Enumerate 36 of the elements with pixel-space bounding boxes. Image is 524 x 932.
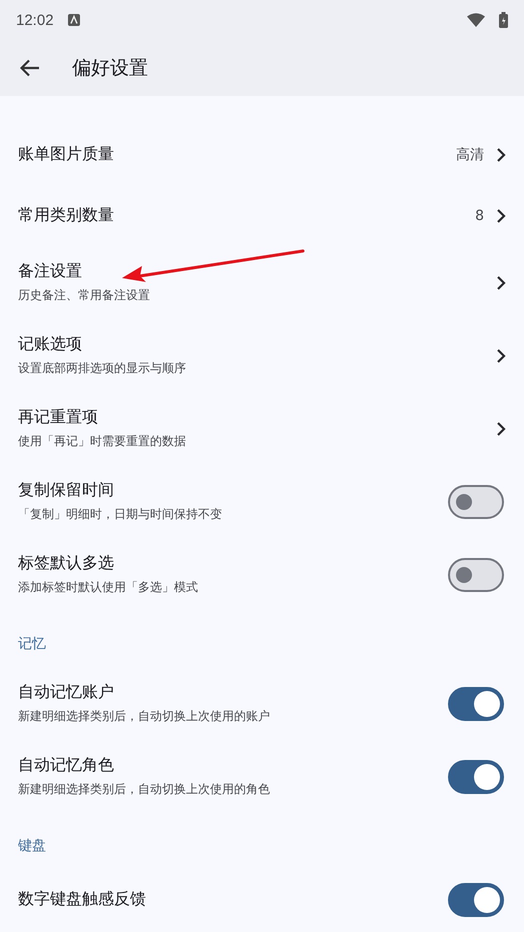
toggle-switch[interactable] [448,484,504,518]
battery-icon [499,12,508,28]
setting-title: 自动记忆角色 [18,755,114,776]
section-header: 记忆 [18,635,46,653]
chevron-right-icon [496,208,506,224]
setting-title: 常用类别数量 [18,205,114,226]
setting-title: 再记重置项 [18,407,98,428]
setting-description: 历史备注、常用备注设置 [18,287,150,304]
chevron-right-icon [496,146,506,162]
setting-description: 添加标签时默认使用「多选」模式 [18,579,198,596]
setting-description: 「复制」明细时，日期与时间保持不变 [18,506,222,523]
setting-description: 使用「再记」时需要重置的数据 [18,433,186,450]
setting-value: 高清 [456,146,484,164]
setting-title: 复制保留时间 [18,480,114,501]
setting-title: 备注设置 [18,261,82,282]
chevron-right-icon [496,420,506,436]
toggle-switch[interactable] [448,686,504,720]
chevron-right-icon [496,274,506,290]
toggle-switch[interactable] [448,558,504,592]
toggle-switch[interactable] [448,882,504,916]
status-time: 12:02 [16,12,54,28]
setting-title: 记账选项 [18,334,82,355]
setting-description: 新建明细选择类别后，自动切换上次使用的账户 [18,708,270,725]
chevron-right-icon [496,348,506,364]
wifi-icon [467,13,485,27]
page-title: 偏好设置 [72,56,148,81]
setting-title: 自动记忆账户 [18,682,114,703]
setting-title: 数字键盘触感反馈 [18,889,146,910]
section-header: 键盘 [18,837,46,855]
toggle-switch[interactable] [448,760,504,794]
setting-title: 账单图片质量 [18,144,114,165]
setting-value: 8 [475,208,484,224]
setting-description: 新建明细选择类别后，自动切换上次使用的角色 [18,781,270,798]
notification-icon [68,14,80,26]
setting-title: 标签默认多选 [18,553,114,574]
setting-description: 设置底部两排选项的显示与顺序 [18,360,186,377]
